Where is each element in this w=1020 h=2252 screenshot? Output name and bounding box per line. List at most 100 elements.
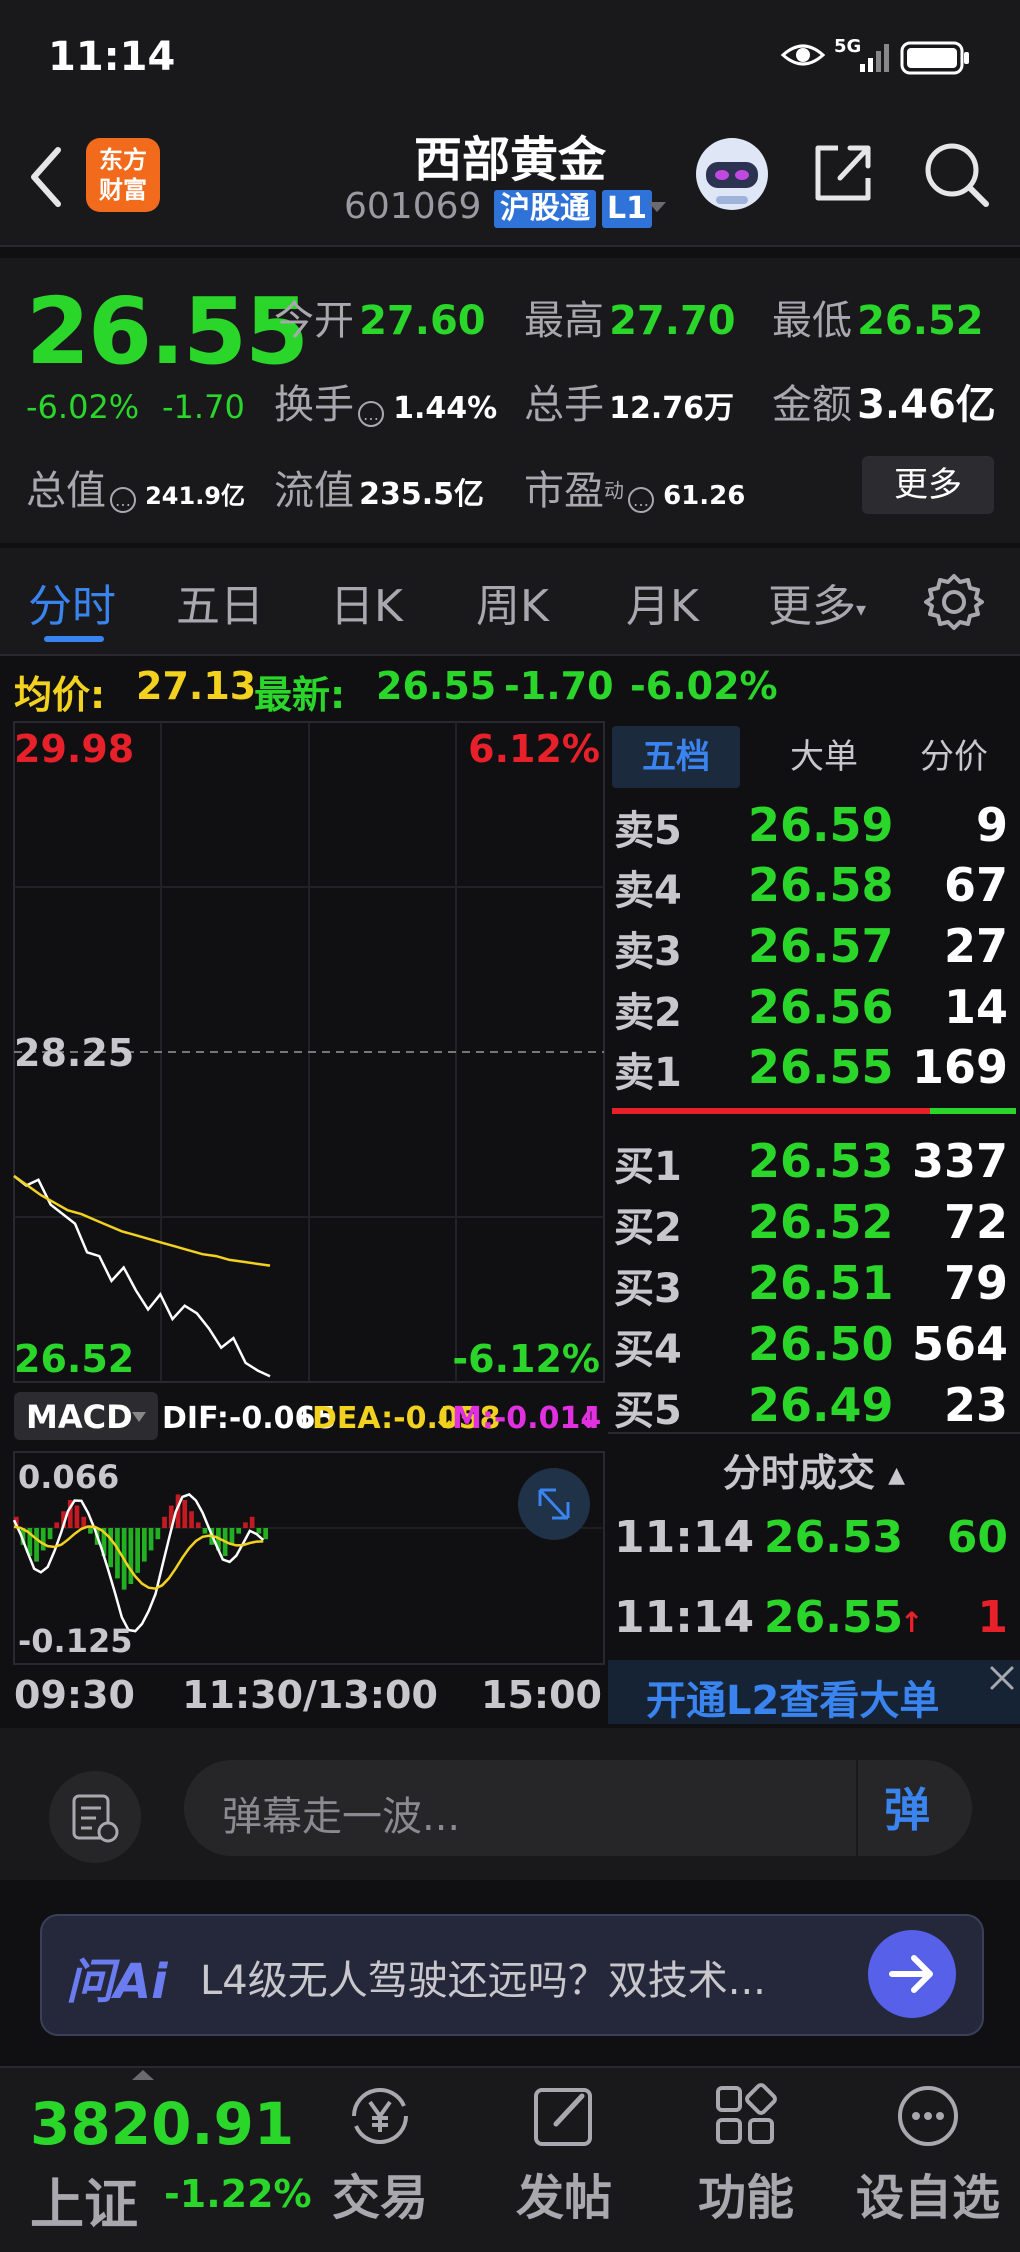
active-tab-indicator [44,636,104,642]
danmu-settings-icon[interactable] [48,1770,142,1864]
tab-large-orders[interactable]: 大单 [774,726,874,788]
l2-promo-banner[interactable]: 开通L2查看大单 [608,1660,1020,1724]
nav-post[interactable]: 发帖 [484,2078,644,2228]
tab-weekly-k[interactable]: 周K [476,570,549,634]
info-icon[interactable]: … [358,400,384,427]
time-start: 09:30 [14,1673,135,1717]
info-icon[interactable]: … [628,486,654,513]
close-icon[interactable] [986,1662,1018,1694]
quote-panel: 26.55 -6.02% -1.70 今开 27.60 最高 27.70 最低 … [0,258,1020,543]
time-end: 15:00 [481,1673,602,1717]
macd-bar [229,1528,235,1545]
robot-assistant-icon[interactable] [692,134,772,214]
divider [608,1432,1020,1434]
up-arrow-icon: ↑ [900,1606,924,1639]
stock-code: 601069 [344,186,482,227]
ask-ai-submit-button[interactable] [868,1930,956,2018]
send-danmu-button[interactable]: 弹 [884,1774,930,1840]
macd-bar [88,1528,93,1534]
trades-toggle[interactable]: 分时成交 ▲ [608,1442,1020,1497]
current-price: 26.55 [26,278,309,385]
buy-level-row[interactable]: 买2 26.52 72 [608,1195,1020,1253]
macd-bar [195,1522,201,1528]
time-mid: 11:30/13:00 [182,1673,438,1717]
intraday-chart[interactable]: 29.98 6.12% 28.25 26.52 -6.12% MACD DIF:… [0,720,605,1725]
tab-five-day[interactable]: 五日 [176,570,264,634]
low-price-field: 最低 26.52 [772,298,984,344]
stock-header: 东方 财富 西部黄金 601069 沪股通 L1 [0,120,1020,247]
sell-level-row[interactable]: 卖4 26.58 67 [608,858,1020,916]
stock-name[interactable]: 西部黄金 [360,120,660,190]
macd-bar [40,1528,46,1551]
top-pct-label: 6.12% [468,727,600,771]
eye-icon [780,44,826,66]
nav-functions[interactable]: 功能 [666,2078,826,2228]
sell-level-row[interactable]: 卖2 26.56 14 [608,980,1020,1038]
index-ticker[interactable]: 3820.91 上证 -1.22% [20,2068,312,2252]
order-book-panel: 五档 大单 分价 卖5 26.59 9 卖4 26.58 67 卖3 26.57… [608,720,1020,1660]
buy-level-row[interactable]: 买4 26.50 564 [608,1317,1020,1375]
tab-daily-k[interactable]: 日K [330,570,403,634]
buy-orders: 买1 26.53 337 买2 26.52 72 买3 26.51 79 买4 … [608,1134,1020,1434]
mid-price-label: 28.25 [14,1031,134,1075]
more-quote-button[interactable]: 更多 [862,456,994,514]
ask-ai-card[interactable]: 问Ai L4级无人驾驶还远吗？双技术... [40,1914,984,2036]
macd-bar [236,1528,241,1534]
level-badge: L1 [602,190,652,228]
buy-level-row[interactable]: 买3 26.51 79 [608,1256,1020,1314]
app-logo[interactable]: 东方 财富 [86,138,160,212]
tab-more[interactable]: 更多▾ [768,570,866,634]
macd-bar [34,1528,39,1562]
more-dots-icon [898,2086,958,2146]
macd-bar [135,1528,140,1573]
macd-bar [155,1528,161,1540]
macd-label: MACD [26,1398,133,1436]
status-time: 11:14 [48,34,176,80]
latest-label: 最新: [254,673,346,717]
tab-monthly-k[interactable]: 月K [626,570,699,634]
macd-bar [182,1500,188,1528]
chevron-down-icon[interactable] [646,200,668,214]
avg-value: 27.13 [136,664,257,708]
buy-level-row[interactable]: 买1 26.53 337 [608,1134,1020,1192]
sell-level-row[interactable]: 卖5 26.59 9 [608,798,1020,856]
back-arrow-icon[interactable] [22,142,72,212]
top-price-label: 29.98 [14,727,134,771]
share-icon[interactable] [808,138,878,208]
macd-bar [128,1528,134,1584]
amount-field: 金额 3.46亿 [772,382,996,428]
caret-up-icon [132,2070,154,2080]
sell-orders: 卖5 26.59 9 卖4 26.58 67 卖3 26.57 27 卖2 26… [608,798,1020,1096]
sell-level-row[interactable]: 卖3 26.57 27 [608,919,1020,977]
macd-bottom-label: -0.125 [18,1622,133,1660]
buy-level-row[interactable]: 买5 26.49 23 [608,1378,1020,1436]
price-info-line: 均价: 27.13 最新: 26.55 -1.70 -6.02% [0,656,1020,718]
status-bar: 11:14 5G [0,0,1020,120]
sell-ratio-bar [612,1108,930,1114]
nav-trade[interactable]: 交易 [300,2078,460,2228]
search-icon[interactable] [920,138,992,210]
tab-intraday[interactable]: 分时 [28,570,116,634]
sell-level-row[interactable]: 卖1 26.55 169 [608,1040,1020,1098]
caret-up-icon: ▲ [888,1463,906,1488]
avg-label: 均价: [14,673,106,717]
macd-bar [263,1528,268,1540]
tab-five-levels[interactable]: 五档 [612,726,740,788]
m-arrow-icon: ↓ [576,1401,601,1436]
change-percent: -6.02% [26,388,140,426]
divider [856,1760,858,1856]
danmu-input[interactable]: 弹幕走一波... 弹 [184,1760,972,1856]
danmu-bar: 弹幕走一波... 弹 [0,1728,1020,1880]
low-price-label: 26.52 [14,1337,134,1381]
high-price-field: 最高 27.70 [524,298,736,344]
gear-icon[interactable] [924,572,984,632]
nav-add-watchlist[interactable]: 设自选 [848,2078,1008,2228]
low-pct-label: -6.12% [452,1337,600,1381]
latest-percent: -6.02% [630,664,778,708]
avg-price-series [13,1174,271,1267]
turnover-field: 换手… 1.44% [274,382,498,428]
info-icon[interactable]: … [110,486,136,513]
tab-price-distribution[interactable]: 分价 [904,726,1004,788]
battery-icon [900,41,969,75]
buy-ratio-bar [930,1108,1016,1114]
